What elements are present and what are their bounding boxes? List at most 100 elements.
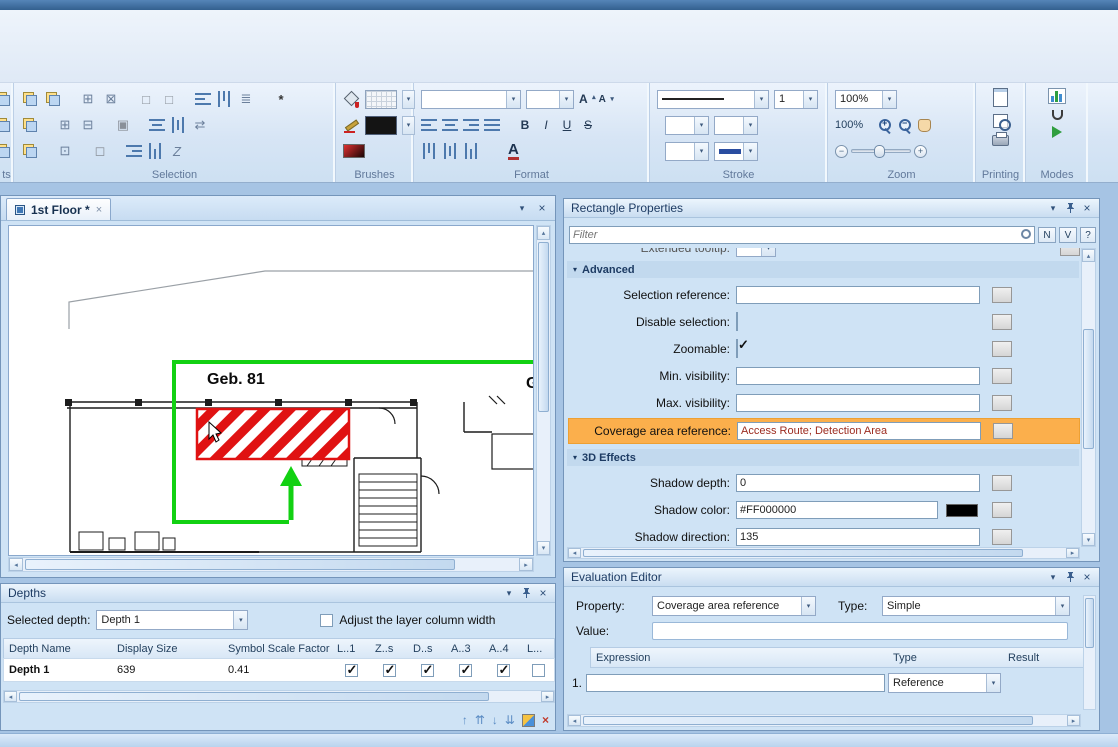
value-input[interactable]: [652, 622, 1068, 640]
deselect-grid-icon[interactable]: ⊠: [102, 90, 120, 108]
layer-checkbox[interactable]: [421, 664, 434, 677]
page-setup-icon[interactable]: [993, 114, 1008, 128]
expression-type-combo[interactable]: Reference▾: [888, 673, 1001, 693]
run-mode-icon[interactable]: [1052, 126, 1062, 138]
selected-depth-combo[interactable]: Depth 1▾: [96, 610, 248, 630]
scrollbar-thumb[interactable]: [1083, 329, 1094, 449]
evaluation-horizontal-scrollbar[interactable]: ◂ ▸: [567, 714, 1081, 727]
scrollbar-thumb[interactable]: [19, 692, 489, 701]
chevron-down-icon[interactable]: ▾: [754, 91, 768, 108]
chevron-down-icon[interactable]: ▾: [743, 117, 757, 134]
scroll-down-icon[interactable]: ▾: [537, 541, 550, 555]
font-size-combo[interactable]: ▾: [526, 90, 574, 109]
group-icon[interactable]: □: [137, 90, 155, 108]
column-header-l[interactable]: L...: [522, 638, 555, 659]
property-more-button[interactable]: [992, 287, 1012, 303]
scrollbar-thumb[interactable]: [583, 549, 1023, 557]
property-more-button[interactable]: [992, 502, 1012, 518]
max-visibility-input[interactable]: [736, 394, 980, 412]
selected-rectangle[interactable]: [197, 409, 349, 459]
snap-remove-icon[interactable]: ⊟: [79, 116, 97, 134]
move-bottom-icon[interactable]: ⇊: [505, 713, 515, 727]
shadow-depth-input[interactable]: [736, 474, 980, 492]
edit-depths-icon[interactable]: [522, 714, 535, 727]
column-header-ds[interactable]: D..s: [408, 638, 447, 659]
layer-checkbox[interactable]: [497, 664, 510, 677]
select-grid-icon[interactable]: ⊞: [79, 90, 97, 108]
print-preview-icon[interactable]: [993, 88, 1008, 107]
column-header-depth-name[interactable]: Depth Name: [3, 638, 113, 659]
chevron-down-icon[interactable]: ▾: [501, 586, 517, 601]
coverage-area-reference-input[interactable]: [737, 422, 981, 440]
align-right-icon[interactable]: [126, 145, 142, 157]
strikethrough-button[interactable]: S: [580, 117, 596, 134]
scroll-left-icon[interactable]: ◂: [568, 548, 581, 558]
properties-horizontal-scrollbar[interactable]: ◂ ▸: [567, 547, 1080, 559]
chevron-down-icon[interactable]: ▾: [986, 674, 1000, 692]
chevron-down-icon[interactable]: ▾: [694, 143, 708, 160]
document-close-icon[interactable]: ×: [534, 201, 550, 216]
text-justify-icon[interactable]: [484, 119, 500, 131]
column-header-display-size[interactable]: Display Size: [112, 638, 224, 659]
brush-color-swatch[interactable]: [365, 116, 397, 135]
send-to-back-icon[interactable]: [21, 142, 39, 160]
clipped-icon[interactable]: [0, 142, 12, 160]
follow-mode-icon[interactable]: [1052, 110, 1063, 120]
document-list-chevron-icon[interactable]: ▾: [514, 201, 530, 216]
italic-button[interactable]: I: [538, 117, 554, 134]
column-header-l1[interactable]: L..1: [332, 638, 371, 659]
send-backward-icon[interactable]: [44, 90, 62, 108]
filter-v-button[interactable]: V: [1059, 227, 1077, 243]
underline-button[interactable]: U: [559, 117, 575, 134]
z-order-icon[interactable]: Z: [168, 142, 186, 160]
align-left-icon[interactable]: [195, 93, 211, 105]
shadow-color-input[interactable]: [736, 501, 938, 519]
align-top-icon[interactable]: [218, 91, 230, 107]
property-more-button[interactable]: [1060, 248, 1080, 256]
depth-row-scale-factor-cell[interactable]: 0.41: [223, 658, 333, 682]
chevron-down-icon[interactable]: ▾: [882, 91, 896, 108]
column-header-zs[interactable]: Z..s: [370, 638, 409, 659]
adjust-column-width-checkbox[interactable]: [320, 614, 333, 627]
scroll-up-icon[interactable]: ▴: [1082, 249, 1095, 262]
scrollbar-thumb[interactable]: [25, 559, 455, 570]
group-selection-icon[interactable]: ▣: [114, 116, 132, 134]
chevron-down-icon[interactable]: ▾: [1055, 597, 1069, 615]
clipped-icon[interactable]: [0, 90, 12, 108]
brush-pattern-picker[interactable]: [365, 90, 397, 109]
font-color-icon[interactable]: A: [508, 143, 519, 160]
chevron-down-icon[interactable]: ▾: [803, 91, 817, 108]
line-cap-combo[interactable]: ▾: [665, 116, 709, 135]
line-join-combo[interactable]: ▾: [714, 116, 758, 135]
drawing-canvas[interactable]: Geb. 81 G: [8, 225, 534, 556]
depth-row-display-size-cell[interactable]: 639: [112, 658, 224, 682]
text-align-center-icon[interactable]: [442, 119, 458, 131]
align-center-icon[interactable]: [149, 119, 165, 131]
evaluation-mode-icon[interactable]: [1048, 88, 1066, 104]
expression-input[interactable]: [586, 674, 885, 692]
zoomable-checkbox[interactable]: [736, 339, 738, 358]
chevron-down-icon[interactable]: ▾: [743, 143, 757, 160]
property-more-button[interactable]: [992, 341, 1012, 357]
font-family-combo[interactable]: ▾: [421, 90, 521, 109]
property-more-button[interactable]: [992, 314, 1012, 330]
properties-vertical-scrollbar[interactable]: ▴ ▾: [1081, 248, 1096, 547]
property-more-button[interactable]: [992, 368, 1012, 384]
ungroup-all-icon[interactable]: ◻: [91, 142, 109, 160]
shrink-font-icon[interactable]: A▾: [599, 94, 612, 105]
text-align-left-icon[interactable]: [421, 119, 437, 131]
align-middle-icon[interactable]: [172, 117, 184, 133]
chevron-down-icon[interactable]: ▾: [559, 91, 573, 108]
layer-checkbox[interactable]: [383, 664, 396, 677]
direction-arrow[interactable]: [280, 466, 302, 520]
layer-checkbox[interactable]: [345, 664, 358, 677]
line-style-combo[interactable]: ▾: [657, 90, 769, 109]
stroke-color-combo[interactable]: ▾: [714, 142, 758, 161]
close-icon[interactable]: ×: [1079, 201, 1095, 216]
pin-icon[interactable]: [1062, 201, 1078, 216]
move-top-icon[interactable]: ⇈: [475, 713, 485, 727]
zoom-slider-thumb[interactable]: [874, 145, 885, 158]
chevron-down-icon[interactable]: ▾: [506, 91, 520, 108]
stroke-width-combo[interactable]: 1▾: [774, 90, 818, 109]
scrollbar-thumb[interactable]: [583, 716, 1033, 725]
